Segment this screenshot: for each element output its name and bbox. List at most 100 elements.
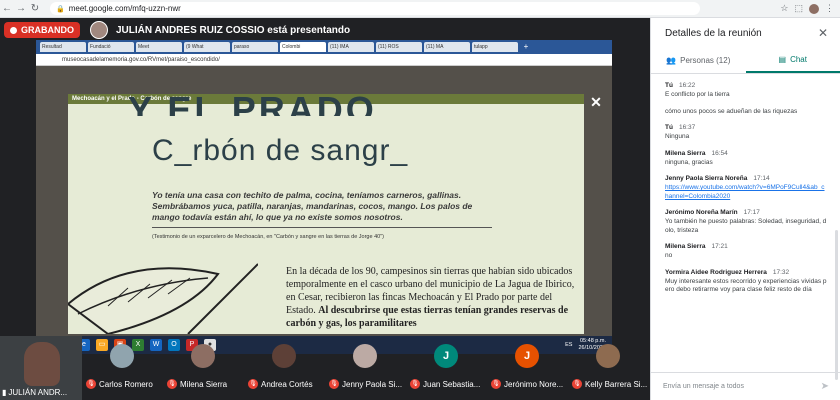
chat-scrollbar[interactable] [835,230,838,380]
forward-icon[interactable]: → [14,3,28,14]
chat-message: Tú 16:37 Ninguna [665,124,827,142]
participant-name-label: Carlos Romero [99,379,153,389]
participant-name: 🎙 Kelly Barrera Si... [572,379,649,389]
extensions-icon[interactable]: ⬚ [794,3,803,14]
participant-tile[interactable]: 🎙 Jenny Paola Si... [325,336,406,400]
shared-tab[interactable]: paraso [232,42,278,52]
mic-off-icon: 🎙 [86,379,96,389]
tab-chat-label: Chat [790,55,807,64]
shared-tab[interactable]: tulapp [472,42,518,52]
message-time: 16:54 [711,149,728,157]
avatar [191,344,215,368]
participant-tile[interactable]: 🎙 Milena Sierra [163,336,244,400]
message-text: Muy interesante estos recorrido y experi… [665,277,827,294]
message-author: Milena Sierra [665,243,706,250]
shared-url: museocasadelamemoria.gov.co/RVmet/parais… [62,56,220,63]
chat-message: Jenny Paola Sierra Noreña 17:14 https://ww… [665,175,827,201]
tab-people-label: Personas (12) [680,56,731,65]
story-body-bold: Al descubrirse que estas tierras tenían … [286,305,569,329]
shared-address-bar: museocasadelamemoria.gov.co/RVmet/parais… [36,54,612,66]
presenting-bar: GRABANDO JULIÁN ANDRES RUIZ COSSIO está … [0,18,650,42]
menu-icon[interactable]: ⋮ [825,3,834,14]
browser-toolbar: ← → ↻ 🔒 meet.google.com/mfq-uzzn-nwr ☆ ⬚… [0,0,840,18]
mic-off-icon: 🎙 [572,379,582,389]
mic-off-icon: 🎙 [329,379,339,389]
send-icon[interactable]: ➤ [821,381,829,392]
address-bar[interactable]: 🔒 meet.google.com/mfq-uzzn-nwr [50,2,700,15]
chat-message: Milena Sierra 17:21 no [665,243,827,261]
panel-tabs: 👥 Personas (12) ▤ Chat [651,48,840,74]
meet-stage: GRABANDO JULIÁN ANDRES RUIZ COSSIO está … [0,18,650,400]
avatar: J [434,344,458,368]
chat-message: Jerónimo Noreña Marín 17:17 Yo también he … [665,209,827,235]
new-tab-icon[interactable]: + [520,42,530,52]
shared-tab[interactable]: (11) IMA [328,42,374,52]
message-time: 17:17 [743,209,760,216]
shared-tab[interactable]: (11) ROS [376,42,422,52]
participant-tile[interactable]: 🎙 Andrea Cortés [244,336,325,400]
close-icon[interactable]: ✕ [818,26,828,40]
record-dot-icon [10,26,17,34]
shared-tab[interactable]: (11) MA [424,42,470,52]
chat-input-placeholder: Envía un mensaje a todos [663,383,744,390]
message-author: Jenny Paola Sierra Noreña [665,175,748,182]
shared-tab[interactable]: Meet [136,42,182,52]
profile-avatar[interactable] [809,3,819,14]
mic-off-icon: 🎙 [167,379,177,389]
message-author: Tú [665,82,673,89]
participant-tile[interactable]: J 🎙 Jerónimo Nore... [487,336,568,400]
message-time: 17:32 [772,268,790,276]
chat-input[interactable]: Envía un mensaje a todos ➤ [651,372,840,400]
presenter-avatar [90,21,108,39]
participant-tile[interactable]: 🎙 Carlos Romero [82,336,163,400]
close-icon[interactable]: ✕ [588,94,604,110]
avatar [353,344,377,368]
participant-tile[interactable]: J 🎙 Juan Sebastia... [406,336,487,400]
chat-message: Yormira Aidee Rodriguez Herrera 17:32 Muy … [665,269,827,295]
message-text: no [665,252,673,259]
star-icon[interactable]: ☆ [780,3,788,14]
self-name: ▮ JULIÁN ANDR... [2,388,67,397]
participant-name-label: Juan Sebastia... [423,379,481,389]
message-author: Yormira Aidee Rodriguez Herrera [665,268,767,276]
mic-level-icon: ▮ [2,388,7,397]
message-text: cómo unos pocos se adueñan de las riquez… [665,107,798,115]
message-time: 16:37 [678,124,696,131]
chat-message: cómo unos pocos se adueñan de las riquez… [665,108,827,117]
testimony-caption: (Testimonio de un exparcelero de Mechoac… [152,234,384,240]
mic-off-icon: 🎙 [248,379,258,389]
leaf-illustration [68,263,258,334]
shared-browser-tabs: Resultad Fundació Meet (9 What paraso Colombi… [36,40,612,54]
participant-strip: ▮ JULIÁN ANDR... 🎙 Carlos Romero 🎙 Milena S… [0,336,650,400]
participant-name: 🎙 Jenny Paola Si... [329,379,406,389]
meeting-details-panel: Detalles de la reunión ✕ 👥 Personas (12)… [650,18,840,400]
back-icon[interactable]: ← [0,3,14,14]
participant-name-label: Jerónimo Nore... [504,379,564,389]
participant-tile[interactable]: 🎙 Kelly Barrera Si... [568,336,649,400]
story-modal: Mechoacán y el Prado - Carbón de sangre … [68,94,584,334]
participant-name: 🎙 Carlos Romero [86,379,163,389]
avatar [110,344,134,368]
message-author: Milena Sierra [665,149,706,157]
shared-tab[interactable]: Fundació [88,42,134,52]
message-author: Jerónimo Noreña Marín [665,209,738,216]
panel-header: Detalles de la reunión ✕ [651,18,840,48]
shared-tab[interactable]: (9 What [184,42,230,52]
chat-message: Milena Sierra 16:54 ninguna, gracias [665,150,827,168]
shared-page: Mechoacán y el Prado - Carbón de sangre … [36,66,612,336]
testimony-quote: Yo tenía una casa con techito de palma, … [152,190,473,222]
reload-icon[interactable]: ↻ [28,3,42,14]
participant-name-label: Andrea Cortés [261,379,313,389]
participant-name-label: Milena Sierra [180,379,228,389]
shared-tab[interactable]: Colombi [280,42,326,52]
shared-tab[interactable]: Resultad [40,42,86,52]
message-link[interactable]: https://www.youtube.com/watch?v=6MPoF9Cu… [665,184,827,201]
self-tile[interactable]: ▮ JULIÁN ANDR... [0,336,82,400]
tab-chat[interactable]: ▤ Chat [745,48,840,73]
tab-people[interactable]: 👥 Personas (12) [651,48,746,73]
message-author: Tú [665,124,673,131]
avatar: J [515,344,539,368]
chat-message: Tú 16:22 E conflicto por la tierra [665,82,827,100]
people-icon: 👥 [666,56,677,65]
participant-name-label: Kelly Barrera Si... [585,379,648,389]
